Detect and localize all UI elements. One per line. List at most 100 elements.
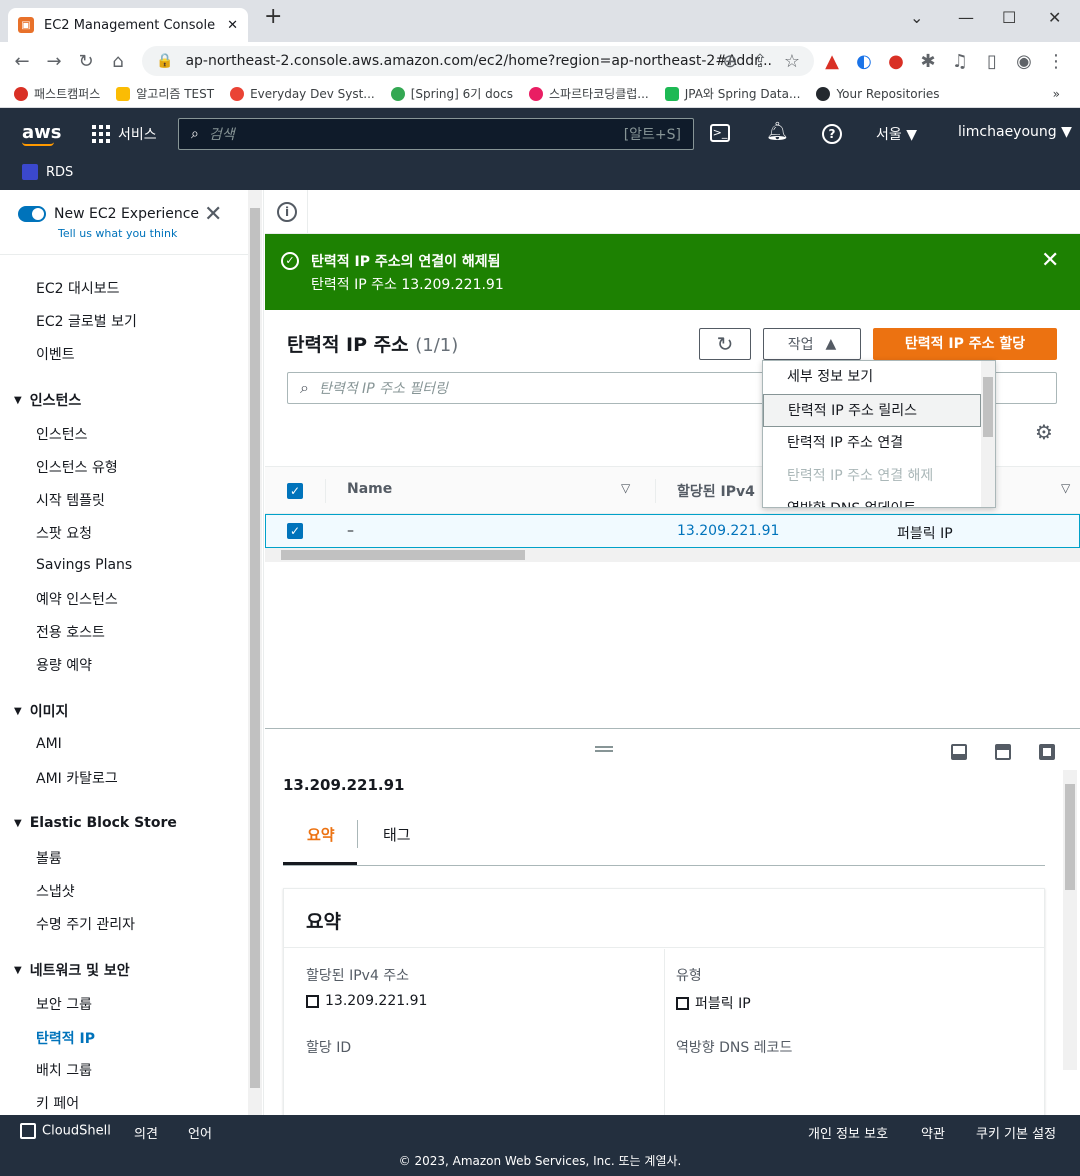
scrollbar-thumb[interactable] [1065, 784, 1075, 890]
bookmark[interactable]: JPA와 Spring Data... [664, 85, 800, 102]
back-icon[interactable]: ← [6, 51, 38, 72]
menu-scrollbar[interactable] [981, 361, 995, 507]
minimize-icon[interactable]: — [958, 8, 974, 27]
allocate-elastic-ip-button[interactable]: 탄력적 IP 주소 할당 [873, 328, 1057, 360]
horizontal-scrollbar[interactable] [265, 548, 1080, 562]
close-window-icon[interactable]: ✕ [1048, 8, 1061, 27]
share-icon[interactable]: ⇪ [744, 51, 776, 72]
puzzle-icon[interactable]: ✱ [912, 51, 944, 72]
sidebar-item[interactable]: 스냅샷 [36, 881, 75, 901]
feedback-link[interactable]: 의견 [134, 1123, 158, 1142]
gear-icon[interactable]: ⚙ [1035, 420, 1053, 444]
forward-icon[interactable]: → [38, 51, 70, 72]
new-tab-icon[interactable]: + [264, 4, 282, 29]
sidebar-item[interactable]: AMI [36, 736, 62, 752]
sidebar-item[interactable]: 수명 주기 관리자 [36, 914, 135, 934]
sort-icon[interactable]: ▽ [1061, 481, 1070, 495]
tab-summary[interactable]: 요약 [307, 824, 335, 845]
copy-icon[interactable] [306, 994, 319, 1008]
sidebar-item[interactable]: 볼륨 [36, 848, 62, 868]
star-icon[interactable]: ☆ [776, 51, 808, 72]
bookmark[interactable]: [Spring] 6기 docs [390, 85, 513, 102]
row-checkbox[interactable]: ✓ [287, 523, 303, 539]
help-icon[interactable]: ? [822, 124, 842, 144]
sidebar-item[interactable]: AMI 카탈로그 [36, 768, 118, 788]
sidebar-item-dashboard[interactable]: EC2 대시보드 [36, 278, 120, 298]
sidebar-item[interactable]: 배치 그룹 [36, 1060, 92, 1080]
close-icon[interactable]: ✕ [1041, 248, 1059, 273]
sidebar-section-ebs[interactable]: ▼ Elastic Block Store [14, 815, 177, 831]
sidebar-section-instances[interactable]: ▼ 인스턴스 [14, 390, 81, 410]
panel-bottom-icon[interactable] [951, 744, 967, 760]
sort-icon[interactable]: ▽ [621, 481, 630, 495]
sidebar-item-elastic-ip[interactable]: 탄력적 IP [36, 1028, 95, 1048]
terms-link[interactable]: 약관 [921, 1123, 945, 1142]
services-menu[interactable]: 서비스 [92, 124, 157, 144]
sidebar-item[interactable]: 전용 호스트 [36, 622, 105, 642]
panel-split-icon[interactable] [995, 744, 1011, 760]
cell-ipv4[interactable]: 13.209.221.91 [677, 523, 779, 539]
cloudshell-icon[interactable]: >_ [710, 124, 730, 142]
media-icon[interactable]: ♫ [944, 51, 976, 72]
copy-icon[interactable] [676, 996, 689, 1010]
bookmark[interactable]: 패스트캠퍼스 [14, 85, 100, 102]
scrollbar-thumb[interactable] [983, 377, 993, 437]
avatar[interactable]: ◉ [1008, 51, 1040, 72]
sidebar-item[interactable]: 인스턴스 유형 [36, 457, 118, 477]
zoom-icon[interactable]: ⊕ [714, 51, 746, 72]
privacy-link[interactable]: 개인 정보 보호 [808, 1123, 888, 1142]
sidebar-item[interactable]: 시작 템플릿 [36, 490, 105, 510]
extension-icon[interactable]: ◐ [848, 51, 880, 72]
language-link[interactable]: 언어 [188, 1123, 212, 1142]
record-extension-icon[interactable]: ● [880, 51, 912, 72]
sidebar-item[interactable]: 예약 인스턴스 [36, 589, 118, 609]
info-icon[interactable]: i [277, 202, 297, 222]
sidebar-item-global-view[interactable]: EC2 글로벌 보기 [36, 311, 137, 331]
sidebar-section-network[interactable]: ▼ 네트워크 및 보안 [14, 960, 130, 980]
table-row[interactable]: ✓ – 13.209.221.91 퍼블릭 IP [265, 514, 1080, 548]
bookmark[interactable]: 알고리즘 TEST [116, 85, 214, 102]
sidebar-scrollbar[interactable] [248, 190, 262, 1115]
sidebar-item[interactable]: 스팟 요청 [36, 523, 92, 543]
menu-kebab-icon[interactable]: ⋮ [1040, 51, 1072, 72]
column-header-name[interactable]: Name [347, 481, 392, 497]
home-icon[interactable]: ⌂ [102, 51, 134, 72]
cookie-preferences-link[interactable]: 쿠키 기본 설정 [976, 1123, 1056, 1142]
bookmark[interactable]: 스파르타코딩클럽... [528, 85, 649, 102]
search-input[interactable]: ⌕ 검색 [알트+S] [178, 118, 694, 150]
scrollbar-thumb[interactable] [250, 208, 260, 1088]
menu-item-release[interactable]: 탄력적 IP 주소 릴리스 [763, 394, 981, 427]
menu-item-reverse-dns[interactable]: 역방향 DNS 업데이트 [763, 493, 981, 507]
menu-item-view-details[interactable]: 세부 정보 보기 [763, 361, 981, 394]
more-bookmarks-icon[interactable]: » [1053, 87, 1060, 101]
sidebar-item[interactable]: 보안 그룹 [36, 994, 92, 1014]
sidepanel-icon[interactable]: ▯ [976, 51, 1008, 72]
bookmark[interactable]: Everyday Dev Syst... [230, 86, 375, 101]
user-menu[interactable]: limchaeyoung ▼ [958, 124, 1072, 140]
bookmark[interactable]: Your Repositories [816, 86, 940, 101]
sidebar-section-images[interactable]: ▼ 이미지 [14, 701, 68, 721]
feedback-link[interactable]: Tell us what you think [58, 227, 177, 240]
region-selector[interactable]: 서울 ▼ [876, 124, 917, 144]
resize-handle[interactable] [595, 746, 613, 752]
maximize-icon[interactable]: ☐ [1002, 8, 1016, 27]
select-all-checkbox[interactable]: ✓ [287, 483, 303, 499]
bell-icon[interactable]: 🔔︎ [766, 121, 789, 142]
cloudshell-button[interactable]: CloudShell [20, 1123, 111, 1139]
close-icon[interactable]: ✕ [204, 202, 222, 227]
browser-tab[interactable]: ▣ EC2 Management Console ✕ [8, 8, 248, 42]
close-tab-icon[interactable]: ✕ [227, 18, 238, 33]
actions-button[interactable]: 작업 ▲ [763, 328, 861, 360]
menu-item-associate[interactable]: 탄력적 IP 주소 연결 [763, 427, 981, 460]
pdf-extension-icon[interactable]: ▲ [816, 51, 848, 72]
sidebar-item[interactable]: 용량 예약 [36, 655, 92, 675]
detail-scrollbar[interactable] [1063, 770, 1077, 1070]
scrollbar-thumb[interactable] [281, 550, 525, 560]
refresh-button[interactable]: ↻ [699, 328, 751, 360]
column-header-ipv4[interactable]: 할당된 IPv4 [677, 481, 755, 501]
sidebar-item[interactable]: 인스턴스 [36, 424, 88, 444]
panel-full-icon[interactable] [1039, 744, 1055, 760]
new-experience-toggle[interactable] [18, 206, 46, 222]
chevron-down-icon[interactable]: ⌄ [910, 8, 923, 27]
favorite-rds[interactable]: RDS [22, 164, 73, 180]
